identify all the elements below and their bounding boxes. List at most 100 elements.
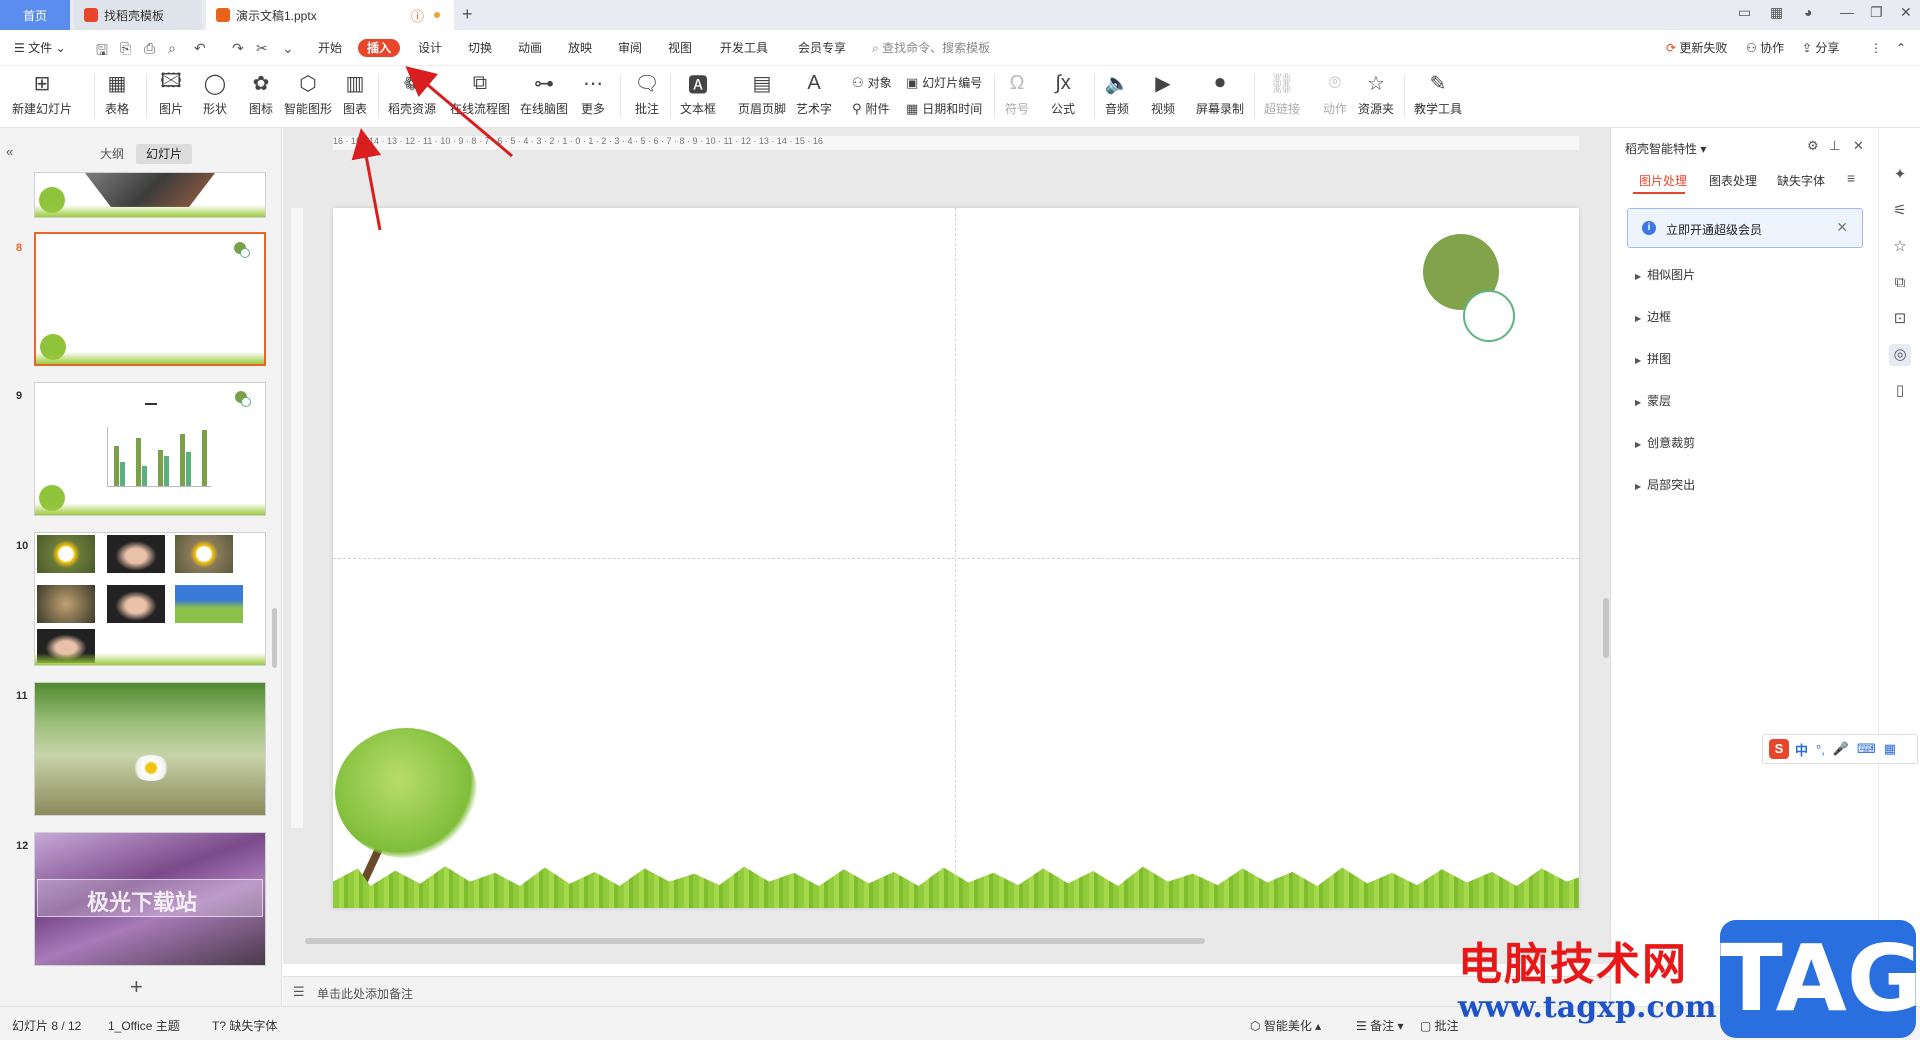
smart-shape-button[interactable]: ⬡ 智能图形 [284, 70, 332, 117]
slide-thumbnail-12[interactable]: 极光下载站 [34, 832, 266, 966]
tab-slides[interactable]: 幻灯片 [136, 144, 193, 164]
shape-button[interactable]: ◯ 形状 [202, 70, 228, 117]
file-menu[interactable]: ☰ 文件 ⌄ [14, 30, 66, 66]
comment-button[interactable]: 🗨 批注 [634, 70, 660, 117]
keyboard-icon[interactable]: ⌨ [1857, 741, 1876, 757]
copy-icon[interactable]: ⧉ [1889, 272, 1911, 294]
warning-icon[interactable]: ⓘ [411, 6, 424, 25]
tab-docer-template[interactable]: 找稻壳模板 [74, 0, 202, 30]
menu-start[interactable]: 开始 [318, 30, 342, 66]
add-slide-button[interactable]: + [130, 974, 143, 1000]
icon-button[interactable]: ✿ 图标 [248, 70, 274, 117]
item-creative-crop[interactable]: ▶ 创意裁剪 [1635, 434, 1695, 451]
action-button[interactable]: ⌾ 动作 [1322, 70, 1348, 117]
missing-font-status[interactable]: T? 缺失字体 [212, 1017, 277, 1034]
layout-icon[interactable]: ▭ [1738, 4, 1751, 21]
attachment-button[interactable]: ⚲ 附件 [852, 100, 890, 117]
more-options-icon[interactable]: ⋮ [1870, 30, 1882, 66]
teaching-tools-button[interactable]: ✎ 教学工具 [1414, 70, 1462, 117]
export-icon[interactable]: ⎘ [120, 40, 131, 57]
preview-icon[interactable]: ⌕ [168, 40, 176, 57]
command-search[interactable]: ⌕ 查找命令、搜索模板 [872, 30, 990, 66]
notes-bar[interactable]: ☰ 单击此处添加备注 [283, 976, 1610, 1006]
online-mindmap-button[interactable]: ⊶ 在线脑图 [520, 70, 568, 117]
slide-thumbnail-10[interactable] [34, 532, 266, 666]
object-button[interactable]: ⚇ 对象 [852, 74, 892, 91]
wordart-button[interactable]: A 艺术字 [796, 70, 832, 117]
menu-animation[interactable]: 动画 [518, 30, 542, 66]
location-icon[interactable]: ◎ [1889, 344, 1911, 366]
quick-access-dropdown-icon[interactable]: ⌄ [282, 40, 294, 57]
toolbox-icon[interactable]: ▦ [1884, 741, 1896, 757]
restore-icon[interactable]: ❐ [1870, 4, 1883, 21]
update-failed-status[interactable]: ⟳ 更新失败 [1666, 30, 1727, 66]
vip-banner[interactable]: i 立即开通超级会员 ✕ [1627, 208, 1863, 248]
redo-icon[interactable]: ↷ [232, 40, 244, 57]
minimize-icon[interactable]: — [1840, 4, 1854, 20]
new-slide-button[interactable]: ⊞ 新建幻灯片 [12, 70, 72, 117]
image-icon[interactable]: ⊡ [1889, 308, 1911, 330]
menu-transition[interactable]: 切换 [468, 30, 492, 66]
print-icon[interactable]: ⎙ [144, 40, 155, 57]
grid-icon[interactable]: ▦ [1770, 4, 1783, 21]
notes-placeholder[interactable]: 单击此处添加备注 [317, 985, 413, 1002]
ime-mode[interactable]: 中 [1795, 740, 1808, 759]
slide-thumbnail-8[interactable] [34, 232, 266, 366]
item-border[interactable]: ▶ 边框 [1635, 308, 1671, 325]
table-button[interactable]: ▦ 表格 [104, 70, 130, 117]
settings-icon[interactable]: ⚙ [1807, 138, 1819, 154]
item-local-highlight[interactable]: ▶ 局部突出 [1635, 476, 1695, 493]
slide-canvas[interactable] [333, 208, 1579, 908]
ring-circle-shape[interactable] [1463, 290, 1515, 342]
picture-button[interactable]: 🖾 图片 [158, 70, 184, 117]
menu-review[interactable]: 审阅 [618, 30, 642, 66]
item-collage[interactable]: ▶ 拼图 [1635, 350, 1671, 367]
avatar[interactable]: ◕ [1804, 4, 1812, 20]
header-footer-button[interactable]: ▤ 页眉页脚 [738, 70, 786, 117]
hyperlink-button[interactable]: ⛓ 超链接 [1264, 70, 1300, 117]
tab-image-processing[interactable]: 图片处理 [1639, 172, 1687, 189]
slides-scrollbar[interactable] [272, 608, 277, 668]
collapse-panel-icon[interactable]: « [6, 144, 13, 159]
tab-chart-processing[interactable]: 图表处理 [1709, 172, 1757, 189]
tab-outline[interactable]: 大纲 [90, 144, 134, 164]
audio-button[interactable]: 🔈 音频 [1104, 70, 1130, 117]
resource-folder-button[interactable]: ☆ 资源夹 [1358, 70, 1394, 117]
docer-resources-button[interactable]: ❁ 稻壳资源 [388, 70, 436, 117]
screen-record-button[interactable]: ⏺ 屏幕录制 [1196, 70, 1244, 117]
theme-name[interactable]: 1_Office 主题 [108, 1017, 180, 1034]
slide-thumbnail-11[interactable] [34, 682, 266, 816]
pin-icon[interactable]: ⊥ [1829, 138, 1840, 154]
close-icon[interactable]: ✕ [1900, 4, 1912, 21]
online-flowchart-button[interactable]: ⧉ 在线流程图 [450, 70, 510, 117]
video-button[interactable]: ▶ 视频 [1150, 70, 1176, 117]
save-icon[interactable]: 🖫 [96, 40, 108, 64]
tree-graphic[interactable] [335, 728, 477, 858]
new-tab-button[interactable]: + [462, 4, 473, 25]
slide-number-button[interactable]: ▣ 幻灯片编号 [906, 74, 982, 91]
menu-slideshow[interactable]: 放映 [568, 30, 592, 66]
slide-thumbnail-7[interactable] [34, 172, 266, 218]
panel-menu-icon[interactable]: ≡ [1847, 170, 1855, 186]
textbox-button[interactable]: 🅰 文本框 [680, 70, 716, 117]
tab-home[interactable]: 首页 [0, 0, 70, 30]
menu-member[interactable]: 会员专享 [798, 30, 846, 66]
item-similar-images[interactable]: ▶ 相似图片 [1635, 266, 1695, 283]
tab-presentation[interactable]: 演示文稿1.pptx ⓘ [206, 0, 454, 30]
slide-thumbnail-9[interactable] [34, 382, 266, 516]
star-icon[interactable]: ☆ [1889, 236, 1911, 258]
share-button[interactable]: ⇪ 分享 [1802, 30, 1839, 66]
banner-close-icon[interactable]: ✕ [1836, 219, 1848, 236]
date-time-button[interactable]: ▦ 日期和时间 [906, 100, 982, 117]
canvas-horizontal-scrollbar[interactable] [305, 938, 1205, 944]
symbol-button[interactable]: Ω 符号 [1004, 70, 1030, 117]
comment-toggle[interactable]: ▢ 批注 [1420, 1017, 1459, 1034]
menu-insert[interactable]: 插入 [358, 39, 401, 57]
menu-view[interactable]: 视图 [668, 30, 692, 66]
chart-button[interactable]: ▥ 图表 [342, 70, 368, 117]
more-button[interactable]: ⋯ 更多 [580, 70, 606, 117]
item-mask[interactable]: ▶ 蒙层 [1635, 392, 1671, 409]
collapse-ribbon-icon[interactable]: ⌃ [1896, 30, 1906, 66]
ime-toolbar[interactable]: S 中 °, 🎤 ⌨ ▦ [1762, 734, 1918, 764]
smart-icon[interactable]: ✦ [1889, 164, 1911, 186]
